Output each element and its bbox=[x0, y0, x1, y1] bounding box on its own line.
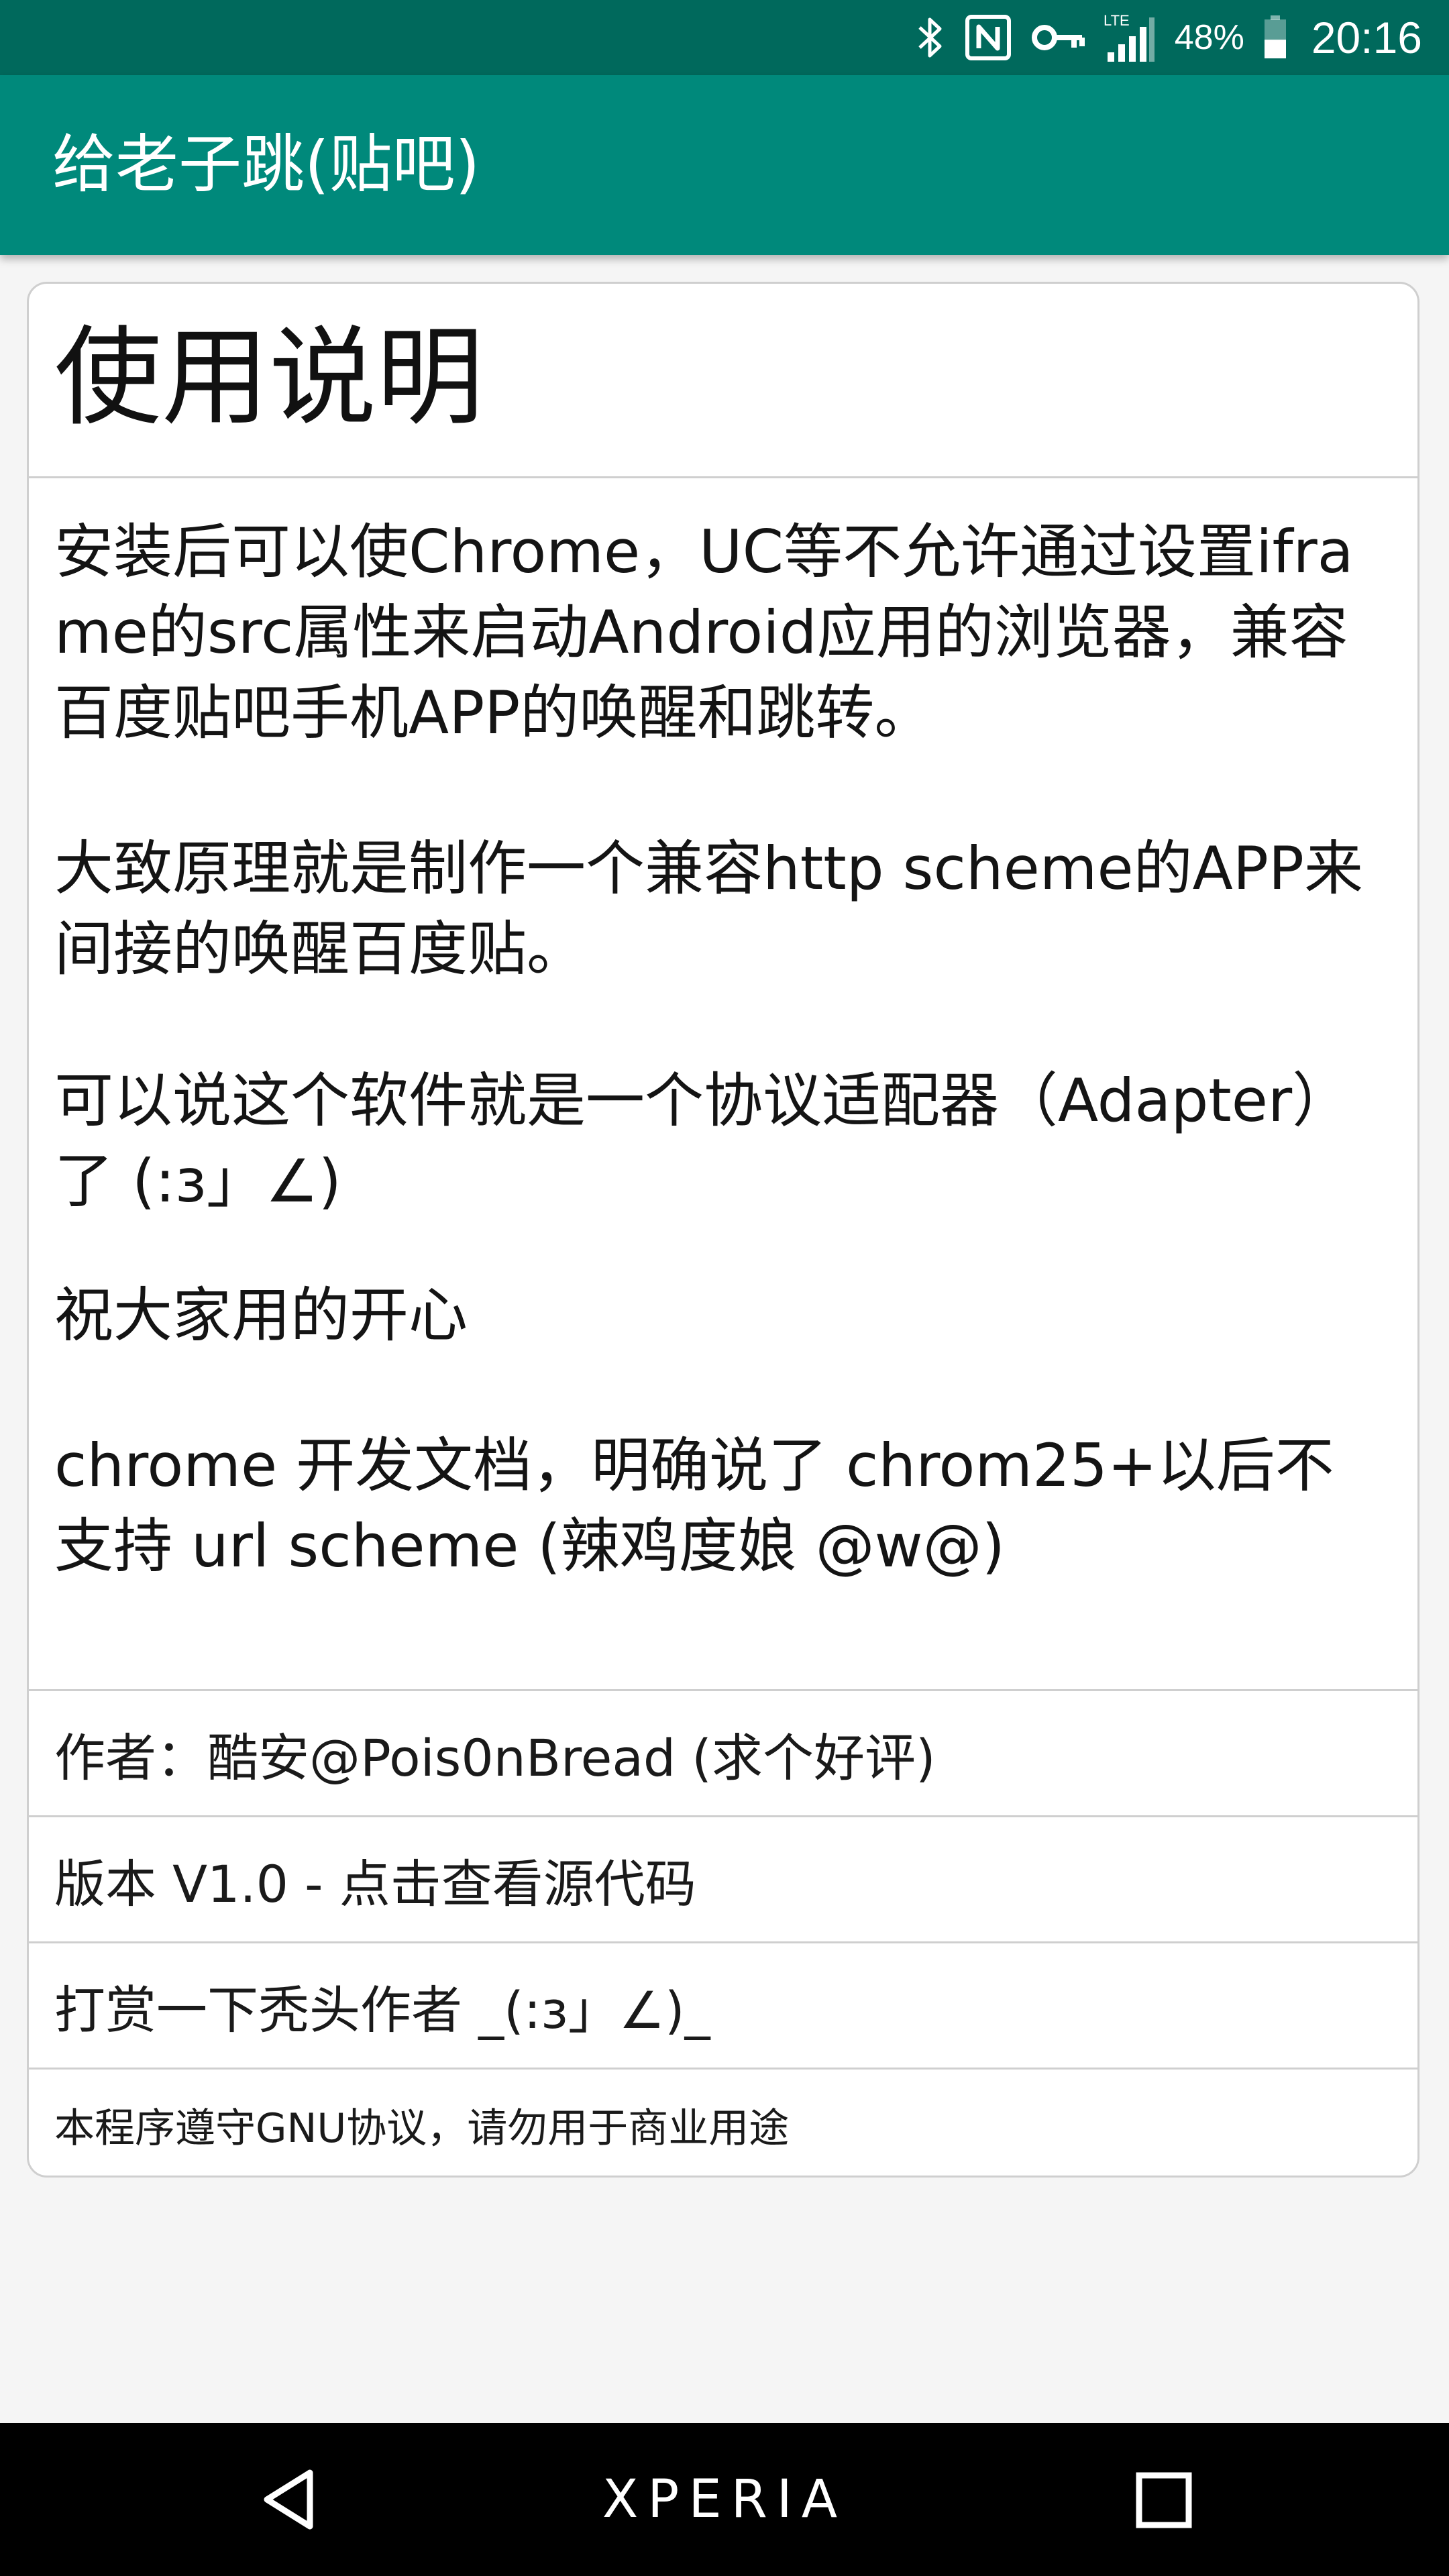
back-button[interactable] bbox=[255, 2466, 322, 2536]
vpn-key-icon bbox=[1031, 21, 1085, 54]
author-label: 作者：酷安@Pois0nBread (求个好评) bbox=[54, 1727, 936, 1788]
back-icon bbox=[264, 2469, 313, 2530]
network-type-label: LTE bbox=[1104, 12, 1130, 29]
card-heading: 使用说明 bbox=[54, 315, 484, 440]
clock: 20:16 bbox=[1311, 13, 1422, 62]
instruction-paragraph: 大致原理就是制作一个兼容http scheme的APP来间接的唤醒百度贴。 bbox=[54, 834, 1363, 983]
license-row: 本程序遵守GNU协议，请勿用于商业用途 bbox=[29, 2070, 1417, 2176]
instruction-paragraph: 可以说这个软件就是一个协议适配器（Adapter）了 (:з」∠) bbox=[54, 1066, 1352, 1216]
bluetooth-icon bbox=[916, 15, 945, 60]
brand-logo: XPERIA bbox=[602, 2469, 847, 2530]
license-label: 本程序遵守GNU协议，请勿用于商业用途 bbox=[54, 2104, 790, 2152]
instruction-paragraph: 安装后可以使Chrome，UC等不允许通过设置iframe的src属性来启动An… bbox=[54, 517, 1354, 747]
instructions-body: 安装后可以使Chrome，UC等不允许通过设置iframe的src属性来启动An… bbox=[29, 478, 1417, 1691]
instruction-paragraph: chrome 开发文档，明确说了 chrom25+以后不支持 url schem… bbox=[54, 1431, 1334, 1580]
lte-signal-icon: LTE bbox=[1104, 12, 1156, 63]
nfc-icon bbox=[964, 13, 1012, 62]
donate-label: 打赏一下秃头作者 _(:з」∠)_ bbox=[54, 1980, 710, 2040]
card-heading-section: 使用说明 bbox=[29, 284, 1417, 478]
battery-percentage: 48% bbox=[1174, 18, 1244, 57]
instructions-card: 使用说明 安装后可以使Chrome，UC等不允许通过设置iframe的src属性… bbox=[27, 282, 1419, 2178]
version-label: 版本 V1.0 - 点击查看源代码 bbox=[54, 1854, 696, 1914]
battery-icon bbox=[1263, 15, 1287, 60]
app-bar: 给老子跳(贴吧) bbox=[0, 75, 1449, 255]
status-bar: LTE 48% 20:16 bbox=[0, 0, 1449, 75]
instruction-paragraph: 祝大家用的开心 bbox=[54, 1281, 468, 1350]
donate-row[interactable]: 打赏一下秃头作者 _(:з」∠)_ bbox=[29, 1943, 1417, 2070]
navigation-bar: XPERIA bbox=[0, 2423, 1449, 2576]
author-row[interactable]: 作者：酷安@Pois0nBread (求个好评) bbox=[29, 1691, 1417, 1817]
recent-apps-icon bbox=[1136, 2472, 1192, 2528]
app-title: 给老子跳(贴吧) bbox=[52, 128, 480, 201]
version-row[interactable]: 版本 V1.0 - 点击查看源代码 bbox=[29, 1817, 1417, 1943]
status-icons: LTE 48% 20:16 bbox=[916, 0, 1422, 75]
recent-apps-button[interactable] bbox=[1134, 2470, 1194, 2533]
